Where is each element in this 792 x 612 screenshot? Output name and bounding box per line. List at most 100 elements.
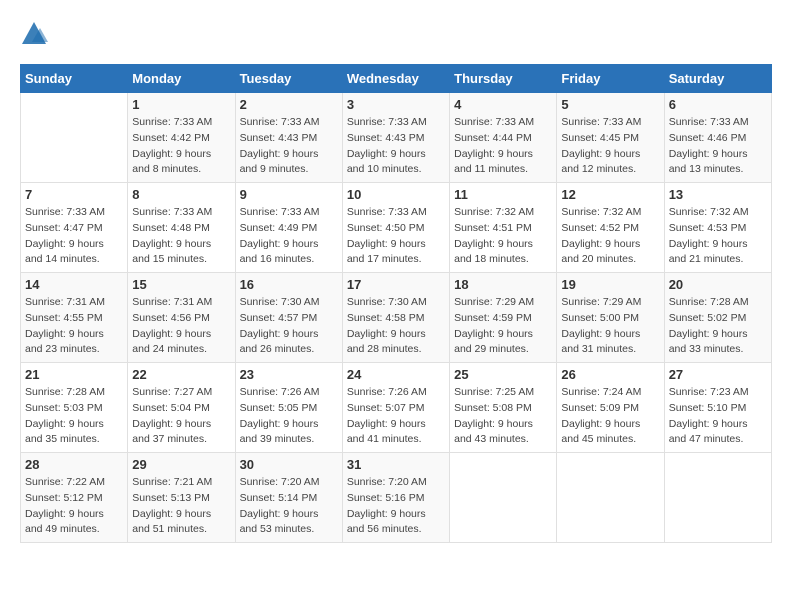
logo — [20, 20, 52, 48]
day-number: 9 — [240, 187, 338, 202]
day-number: 18 — [454, 277, 552, 292]
day-cell: 11Sunrise: 7:32 AMSunset: 4:51 PMDayligh… — [450, 183, 557, 273]
day-cell: 12 Sunrise: 7:32 AMSunset: 4:52 PMDayligh… — [557, 183, 664, 273]
day-number: 27 — [669, 367, 767, 382]
day-number: 11 — [454, 187, 552, 202]
day-number: 20 — [669, 277, 767, 292]
day-cell: 8 Sunrise: 7:33 AMSunset: 4:48 PMDaylight… — [128, 183, 235, 273]
day-cell: 3 Sunrise: 7:33 AMSunset: 4:43 PMDaylight… — [342, 93, 449, 183]
week-row-4: 21 Sunrise: 7:28 AMSunset: 5:03 PMDayligh… — [21, 363, 772, 453]
day-number: 19 — [561, 277, 659, 292]
day-number: 13 — [669, 187, 767, 202]
day-cell: 31 Sunrise: 7:20 AMSunset: 5:16 PMDayligh… — [342, 453, 449, 543]
day-number: 23 — [240, 367, 338, 382]
day-number: 7 — [25, 187, 123, 202]
day-cell: 17 Sunrise: 7:30 AMSunset: 4:58 PMDayligh… — [342, 273, 449, 363]
week-row-2: 7Sunrise: 7:33 AMSunset: 4:47 PMDaylight… — [21, 183, 772, 273]
day-info: Sunrise: 7:33 AMSunset: 4:42 PMDaylight:… — [132, 115, 230, 178]
day-info: Sunrise: 7:33 AMSunset: 4:44 PMDaylight:… — [454, 115, 552, 178]
day-info: Sunrise: 7:23 AMSunset: 5:10 PMDaylight:… — [669, 385, 767, 448]
day-cell: 25 Sunrise: 7:25 AMSunset: 5:08 PMDayligh… — [450, 363, 557, 453]
day-cell — [664, 453, 771, 543]
day-cell: 22 Sunrise: 7:27 AMSunset: 5:04 PMDayligh… — [128, 363, 235, 453]
header-row: SundayMondayTuesdayWednesdayThursdayFrid… — [21, 65, 772, 93]
day-info: Sunrise: 7:32 AMSunset: 4:53 PMDaylight:… — [669, 205, 767, 268]
day-info: Sunrise: 7:33 AMSunset: 4:43 PMDaylight:… — [347, 115, 445, 178]
day-cell: 4 Sunrise: 7:33 AMSunset: 4:44 PMDaylight… — [450, 93, 557, 183]
day-number: 6 — [669, 97, 767, 112]
day-cell: 9 Sunrise: 7:33 AMSunset: 4:49 PMDaylight… — [235, 183, 342, 273]
day-cell: 15 Sunrise: 7:31 AMSunset: 4:56 PMDayligh… — [128, 273, 235, 363]
day-info: Sunrise: 7:31 AMSunset: 4:55 PMDaylight:… — [25, 295, 123, 358]
header-thursday: Thursday — [450, 65, 557, 93]
day-number: 12 — [561, 187, 659, 202]
day-info: Sunrise: 7:25 AMSunset: 5:08 PMDaylight:… — [454, 385, 552, 448]
page-header — [20, 20, 772, 48]
header-wednesday: Wednesday — [342, 65, 449, 93]
day-info: Sunrise: 7:33 AMSunset: 4:49 PMDaylight:… — [240, 205, 338, 268]
day-number: 22 — [132, 367, 230, 382]
day-info: Sunrise: 7:22 AMSunset: 5:12 PMDaylight:… — [25, 475, 123, 538]
calendar-table: SundayMondayTuesdayWednesdayThursdayFrid… — [20, 64, 772, 543]
day-info: Sunrise: 7:20 AMSunset: 5:14 PMDaylight:… — [240, 475, 338, 538]
day-info: Sunrise: 7:20 AMSunset: 5:16 PMDaylight:… — [347, 475, 445, 538]
week-row-1: 1 Sunrise: 7:33 AMSunset: 4:42 PMDaylight… — [21, 93, 772, 183]
day-cell: 24Sunrise: 7:26 AMSunset: 5:07 PMDayligh… — [342, 363, 449, 453]
header-tuesday: Tuesday — [235, 65, 342, 93]
day-info: Sunrise: 7:26 AMSunset: 5:05 PMDaylight:… — [240, 385, 338, 448]
day-number: 16 — [240, 277, 338, 292]
day-cell — [21, 93, 128, 183]
day-number: 8 — [132, 187, 230, 202]
day-number: 25 — [454, 367, 552, 382]
day-info: Sunrise: 7:29 AMSunset: 5:00 PMDaylight:… — [561, 295, 659, 358]
day-number: 5 — [561, 97, 659, 112]
day-cell: 13 Sunrise: 7:32 AMSunset: 4:53 PMDayligh… — [664, 183, 771, 273]
day-number: 29 — [132, 457, 230, 472]
day-number: 28 — [25, 457, 123, 472]
day-cell: 2Sunrise: 7:33 AMSunset: 4:43 PMDaylight… — [235, 93, 342, 183]
day-info: Sunrise: 7:29 AMSunset: 4:59 PMDaylight:… — [454, 295, 552, 358]
day-number: 14 — [25, 277, 123, 292]
day-number: 26 — [561, 367, 659, 382]
day-cell: 28 Sunrise: 7:22 AMSunset: 5:12 PMDayligh… — [21, 453, 128, 543]
day-number: 31 — [347, 457, 445, 472]
day-cell: 29Sunrise: 7:21 AMSunset: 5:13 PMDayligh… — [128, 453, 235, 543]
day-cell: 7Sunrise: 7:33 AMSunset: 4:47 PMDaylight… — [21, 183, 128, 273]
day-info: Sunrise: 7:24 AMSunset: 5:09 PMDaylight:… — [561, 385, 659, 448]
day-cell: 23 Sunrise: 7:26 AMSunset: 5:05 PMDayligh… — [235, 363, 342, 453]
day-info: Sunrise: 7:27 AMSunset: 5:04 PMDaylight:… — [132, 385, 230, 448]
day-cell: 1 Sunrise: 7:33 AMSunset: 4:42 PMDaylight… — [128, 93, 235, 183]
day-number: 17 — [347, 277, 445, 292]
day-info: Sunrise: 7:28 AMSunset: 5:02 PMDaylight:… — [669, 295, 767, 358]
day-info: Sunrise: 7:33 AMSunset: 4:45 PMDaylight:… — [561, 115, 659, 178]
day-info: Sunrise: 7:28 AMSunset: 5:03 PMDaylight:… — [25, 385, 123, 448]
day-cell: 6Sunrise: 7:33 AMSunset: 4:46 PMDaylight… — [664, 93, 771, 183]
day-info: Sunrise: 7:33 AMSunset: 4:50 PMDaylight:… — [347, 205, 445, 268]
day-cell: 16 Sunrise: 7:30 AMSunset: 4:57 PMDayligh… — [235, 273, 342, 363]
header-saturday: Saturday — [664, 65, 771, 93]
logo-icon — [20, 20, 48, 48]
day-number: 21 — [25, 367, 123, 382]
day-info: Sunrise: 7:32 AMSunset: 4:52 PMDaylight:… — [561, 205, 659, 268]
day-number: 1 — [132, 97, 230, 112]
header-monday: Monday — [128, 65, 235, 93]
day-cell: 10 Sunrise: 7:33 AMSunset: 4:50 PMDayligh… — [342, 183, 449, 273]
day-info: Sunrise: 7:33 AMSunset: 4:48 PMDaylight:… — [132, 205, 230, 268]
day-number: 15 — [132, 277, 230, 292]
header-sunday: Sunday — [21, 65, 128, 93]
day-cell: 30 Sunrise: 7:20 AMSunset: 5:14 PMDayligh… — [235, 453, 342, 543]
day-number: 4 — [454, 97, 552, 112]
day-info: Sunrise: 7:30 AMSunset: 4:58 PMDaylight:… — [347, 295, 445, 358]
day-cell: 14 Sunrise: 7:31 AMSunset: 4:55 PMDayligh… — [21, 273, 128, 363]
day-cell: 5 Sunrise: 7:33 AMSunset: 4:45 PMDaylight… — [557, 93, 664, 183]
day-number: 10 — [347, 187, 445, 202]
day-cell — [557, 453, 664, 543]
day-number: 3 — [347, 97, 445, 112]
day-info: Sunrise: 7:31 AMSunset: 4:56 PMDaylight:… — [132, 295, 230, 358]
day-number: 30 — [240, 457, 338, 472]
week-row-5: 28 Sunrise: 7:22 AMSunset: 5:12 PMDayligh… — [21, 453, 772, 543]
day-cell: 26 Sunrise: 7:24 AMSunset: 5:09 PMDayligh… — [557, 363, 664, 453]
day-cell: 27 Sunrise: 7:23 AMSunset: 5:10 PMDayligh… — [664, 363, 771, 453]
day-number: 24 — [347, 367, 445, 382]
day-info: Sunrise: 7:30 AMSunset: 4:57 PMDaylight:… — [240, 295, 338, 358]
